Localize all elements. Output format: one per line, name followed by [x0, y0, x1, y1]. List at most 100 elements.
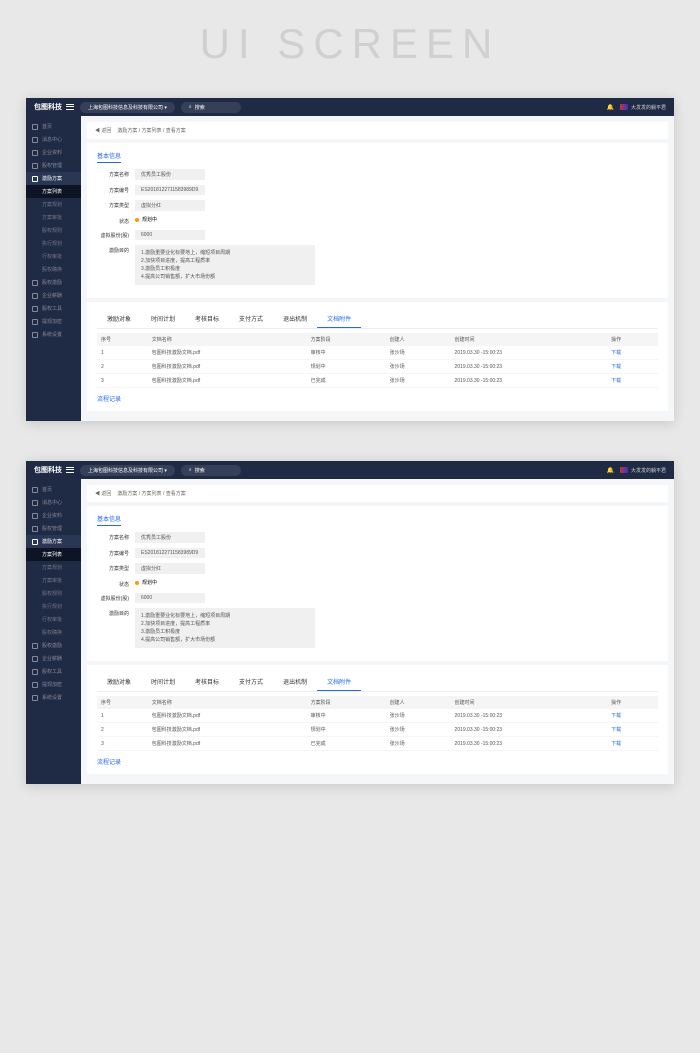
- tab[interactable]: 考核目标: [185, 310, 229, 328]
- breadcrumb-path: 激励方案 / 方案列表 / 查看方案: [117, 490, 185, 497]
- tab[interactable]: 支付方式: [229, 310, 273, 328]
- download-link[interactable]: 下载: [611, 378, 621, 384]
- field-value: ES2018122711583989D9: [135, 185, 205, 195]
- company-selector[interactable]: 上海包图科技信息及科技有限公司 ▾: [80, 102, 175, 113]
- table-header: 创建人: [386, 696, 451, 709]
- sidebar-label: 企业薪酬: [42, 655, 62, 662]
- sidebar-sub-item[interactable]: 方案规划: [26, 198, 81, 211]
- sidebar-item[interactable]: 股权管理: [26, 159, 81, 172]
- sidebar: 首页消息中心企业资料股权管理激励方案方案列表方案规划方案审批股权规则执行规划行权…: [26, 116, 81, 421]
- field-label: 方案类型: [97, 563, 135, 572]
- sidebar-item[interactable]: 股权工具: [26, 665, 81, 678]
- basic-info-card: 基本信息 方案名称优秀员工股份 方案编号ES2018122711583989D9…: [87, 143, 668, 298]
- table-header: 文档名称: [148, 696, 307, 709]
- sidebar-item[interactable]: 激励方案: [26, 172, 81, 185]
- search-icon: ⌕: [189, 104, 192, 110]
- sidebar-item[interactable]: 消息中心: [26, 133, 81, 146]
- tab[interactable]: 激励对象: [97, 673, 141, 691]
- download-link[interactable]: 下载: [611, 364, 621, 370]
- bell-icon[interactable]: 🔔: [607, 104, 614, 111]
- sidebar-item[interactable]: 提现加密: [26, 678, 81, 691]
- goal-line: 1.激励重要业化标要地上，缩短项目周期: [141, 249, 309, 257]
- field-value: 虚拟分红: [135, 563, 205, 574]
- download-link[interactable]: 下载: [611, 727, 621, 733]
- sidebar-item[interactable]: 企业资料: [26, 509, 81, 522]
- menu-icon[interactable]: [66, 466, 74, 474]
- nav-icon: [32, 695, 38, 701]
- sidebar-label: 激励方案: [42, 175, 62, 182]
- tab[interactable]: 时间计划: [141, 673, 185, 691]
- nav-icon: [32, 293, 38, 299]
- sidebar-item[interactable]: 股权工具: [26, 302, 81, 315]
- company-selector[interactable]: 上海包图科技信息及科技有限公司 ▾: [80, 465, 175, 476]
- breadcrumb: ◀ 返回 激励方案 / 方案列表 / 查看方案: [87, 122, 668, 139]
- back-button[interactable]: ◀ 返回: [95, 490, 111, 497]
- field-value: 优秀员工股份: [135, 169, 205, 180]
- field-label: 方案名称: [97, 169, 135, 178]
- goals-box: 1.激励重要业化标要地上，缩短项目周期2.加快项目进度，提高工程质率3.激励员工…: [135, 245, 315, 285]
- tab[interactable]: 支付方式: [229, 673, 273, 691]
- nav-icon: [32, 526, 38, 532]
- sidebar-sub-item[interactable]: 方案规划: [26, 561, 81, 574]
- sidebar-item[interactable]: 企业薪酬: [26, 289, 81, 302]
- download-link[interactable]: 下载: [611, 741, 621, 747]
- sidebar-sub-item[interactable]: 股权确换: [26, 626, 81, 639]
- table-header: 创建时间: [451, 333, 608, 346]
- user-menu[interactable]: 大发发的躺平君: [620, 104, 666, 111]
- bell-icon[interactable]: 🔔: [607, 467, 614, 474]
- back-button[interactable]: ◀ 返回: [95, 127, 111, 134]
- tab[interactable]: 时间计划: [141, 310, 185, 328]
- download-link[interactable]: 下载: [611, 713, 621, 719]
- sidebar-sub-item[interactable]: 行权审批: [26, 613, 81, 626]
- sidebar-sub-item[interactable]: 方案审批: [26, 211, 81, 224]
- tab[interactable]: 退出机制: [273, 310, 317, 328]
- sidebar-label: 系统设置: [42, 694, 62, 701]
- tab[interactable]: 激励对象: [97, 310, 141, 328]
- sidebar-sub-item[interactable]: 执行规划: [26, 600, 81, 613]
- menu-icon[interactable]: [66, 103, 74, 111]
- sidebar-item[interactable]: 系统设置: [26, 328, 81, 341]
- sidebar-sub-item[interactable]: 行权审批: [26, 250, 81, 263]
- search-input[interactable]: ⌕搜索: [181, 465, 241, 476]
- sidebar-sub-item[interactable]: 执行规划: [26, 237, 81, 250]
- download-link[interactable]: 下载: [611, 350, 621, 356]
- sidebar-label: 提现加密: [42, 681, 62, 688]
- sidebar-item[interactable]: 首页: [26, 483, 81, 496]
- goal-line: 4.提高公司销售额，扩大市场份额: [141, 273, 309, 281]
- tab[interactable]: 退出机制: [273, 673, 317, 691]
- sidebar-item[interactable]: 首页: [26, 120, 81, 133]
- sidebar-sub-item[interactable]: 方案审批: [26, 574, 81, 587]
- sidebar-item[interactable]: 股权激励: [26, 639, 81, 652]
- sidebar-item[interactable]: 消息中心: [26, 496, 81, 509]
- sidebar-item[interactable]: 系统设置: [26, 691, 81, 704]
- field-label: 方案编号: [97, 185, 135, 194]
- sidebar-sub-item[interactable]: 股权规则: [26, 587, 81, 600]
- sidebar-label: 首页: [42, 123, 52, 130]
- avatar: [620, 104, 628, 110]
- field-label: 方案类型: [97, 200, 135, 209]
- hero-title: UI SCREEN: [0, 0, 700, 98]
- app-window: 包图科技 上海包图科技信息及科技有限公司 ▾ ⌕搜索 🔔 大发发的躺平君 首页消…: [26, 461, 674, 784]
- sidebar-sub-item[interactable]: 股权规则: [26, 224, 81, 237]
- tab[interactable]: 文档附件: [317, 673, 361, 691]
- sidebar-item[interactable]: 股权激励: [26, 276, 81, 289]
- sidebar-item[interactable]: 企业薪酬: [26, 652, 81, 665]
- sidebar-item[interactable]: 激励方案: [26, 535, 81, 548]
- sidebar-item[interactable]: 企业资料: [26, 146, 81, 159]
- sidebar-item[interactable]: 股权管理: [26, 522, 81, 535]
- sidebar-sub-item[interactable]: 方案列表: [26, 185, 81, 198]
- sidebar-sub-item[interactable]: 方案列表: [26, 548, 81, 561]
- tab[interactable]: 考核目标: [185, 673, 229, 691]
- sidebar-item[interactable]: 提现加密: [26, 315, 81, 328]
- nav-icon: [32, 150, 38, 156]
- sidebar-sub-item[interactable]: 股权确换: [26, 263, 81, 276]
- tab[interactable]: 文档附件: [317, 310, 361, 328]
- table-header: 操作: [607, 696, 658, 709]
- search-input[interactable]: ⌕搜索: [181, 102, 241, 113]
- goal-line: 2.加快项目进度，提高工程质率: [141, 620, 309, 628]
- status-badge: 规划中: [135, 216, 157, 223]
- nav-icon: [32, 500, 38, 506]
- goal-line: 1.激励重要业化标要地上，缩短项目周期: [141, 612, 309, 620]
- user-menu[interactable]: 大发发的躺平君: [620, 467, 666, 474]
- table-row: 2包图科技激励文档.pdf规划中张沙场2019.03.30 -15:00:23下…: [97, 723, 658, 737]
